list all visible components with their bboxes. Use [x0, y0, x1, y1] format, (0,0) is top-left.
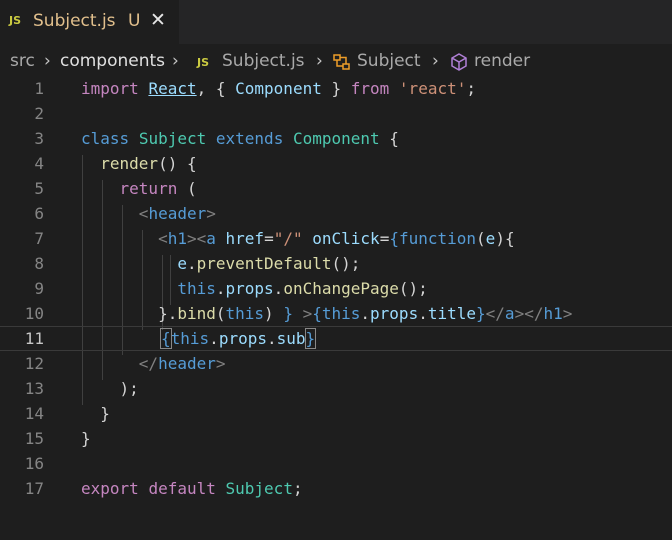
class-symbol-icon — [333, 54, 350, 70]
code-line: 4 render() { — [0, 151, 672, 176]
chevron-right-icon: › — [432, 51, 439, 71]
code-line: 8 e.preventDefault(); — [0, 251, 672, 276]
line-number: 12 — [24, 354, 44, 373]
line-number: 16 — [24, 454, 44, 473]
code-line: 1 import React, { Component } from 'reac… — [0, 76, 672, 101]
method-symbol-icon — [451, 53, 467, 71]
tab-bar: JS Subject.js U ✕ — [0, 0, 672, 44]
chevron-right-icon: › — [172, 51, 179, 71]
line-number: 11 — [24, 329, 44, 348]
breadcrumb-file[interactable]: Subject.js — [222, 51, 305, 71]
editor-tab-subject-js[interactable]: JS Subject.js U ✕ — [0, 0, 179, 44]
code-line: 2 — [0, 101, 672, 126]
line-number: 17 — [24, 479, 44, 498]
line-number: 14 — [24, 404, 44, 423]
code-line: 10 }.bind(this) } >{this.props.title}</a… — [0, 301, 672, 326]
chevron-right-icon: › — [44, 51, 51, 71]
breadcrumb-class[interactable]: Subject — [357, 51, 421, 71]
line-number: 1 — [34, 79, 44, 98]
chevron-right-icon: › — [316, 51, 323, 71]
javascript-file-icon: JS — [9, 14, 22, 27]
code-line-current: 11 {this.props.sub} — [0, 326, 672, 351]
line-number: 2 — [34, 104, 44, 123]
line-number: 7 — [34, 229, 44, 248]
code-line: 13 ); — [0, 376, 672, 401]
code-editor[interactable]: 1 import React, { Component } from 'reac… — [0, 78, 672, 540]
code-line: 3 class Subject extends Component { — [0, 126, 672, 151]
code-line: 14 } — [0, 401, 672, 426]
breadcrumb-src[interactable]: src — [10, 51, 35, 71]
code-line: 6 <header> — [0, 201, 672, 226]
line-number: 4 — [34, 154, 44, 173]
code-line: 17 export default Subject; — [0, 476, 672, 501]
line-number: 9 — [34, 279, 44, 298]
close-icon[interactable]: ✕ — [150, 9, 166, 31]
code-line: 5 return ( — [0, 176, 672, 201]
breadcrumb-method[interactable]: render — [474, 51, 530, 71]
line-number: 10 — [24, 304, 44, 323]
line-number: 5 — [34, 179, 44, 198]
line-number: 8 — [34, 254, 44, 273]
line-number: 3 — [34, 129, 44, 148]
untracked-status-badge: U — [128, 11, 141, 31]
line-number: 15 — [24, 429, 44, 448]
breadcrumb-components[interactable]: components — [60, 51, 165, 71]
code-line: 7 <h1><a href="/" onClick={function(e){ — [0, 226, 672, 251]
code-line: 9 this.props.onChangePage(); — [0, 276, 672, 301]
code-line: 15 } — [0, 426, 672, 451]
code-line: 12 </header> — [0, 351, 672, 376]
breadcrumb: src › components › JS Subject.js › Subje… — [0, 44, 672, 78]
line-number: 13 — [24, 379, 44, 398]
tab-filename: Subject.js — [33, 11, 116, 31]
javascript-file-icon: JS — [197, 56, 210, 69]
line-number: 6 — [34, 204, 44, 223]
code-line: 16 — [0, 451, 672, 476]
